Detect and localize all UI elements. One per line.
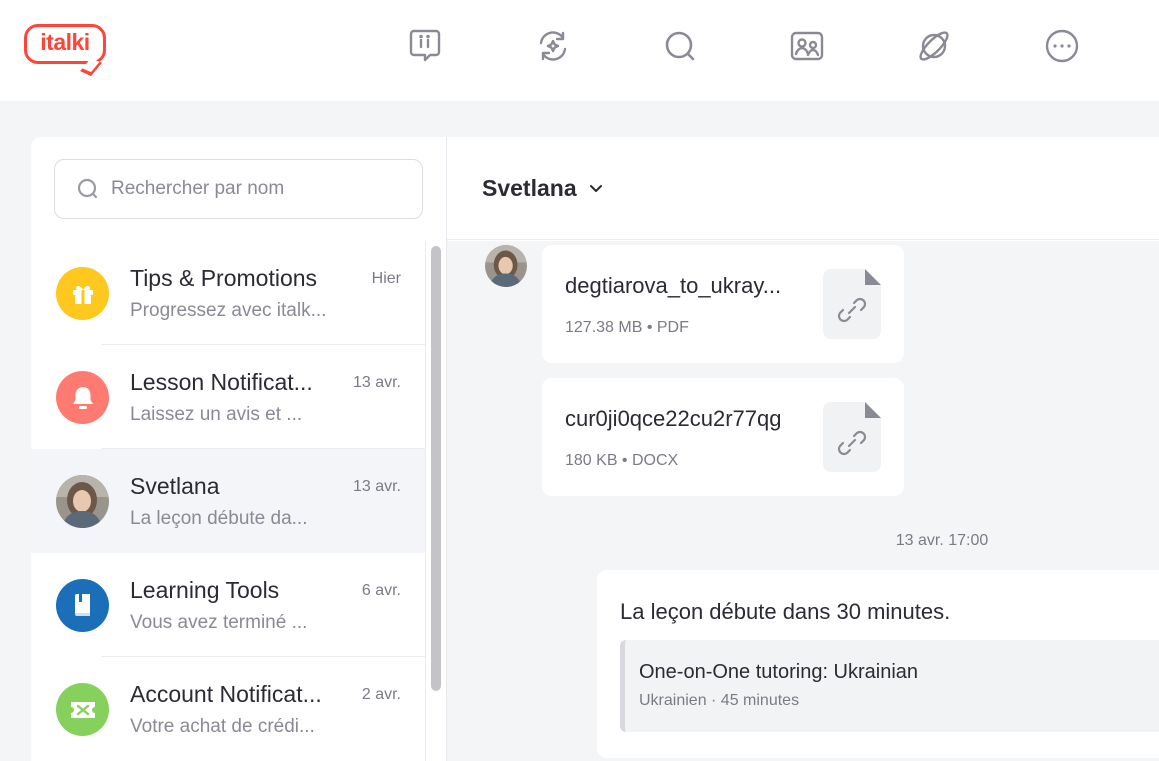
conversation-date: 13 avr. bbox=[352, 478, 401, 495]
conversation-item[interactable]: Tips & Promotions Hier Progressez avec i… bbox=[31, 241, 425, 345]
conversation-name: Account Notificat... bbox=[130, 681, 322, 707]
conversation-date: 13 avr. bbox=[352, 374, 401, 391]
chevron-down-icon bbox=[589, 184, 602, 192]
logo-text: italki bbox=[40, 29, 90, 55]
conversation-name: Svetlana bbox=[130, 473, 220, 499]
ticket-icon bbox=[56, 683, 109, 736]
file-attachment[interactable]: degtiarova_to_ukray... 127.38 MB • PDF bbox=[542, 245, 904, 363]
message-timestamp: 13 avr. 17:00 bbox=[895, 532, 989, 549]
conversation-item[interactable]: Learning Tools 6 avr. Vous avez terminé … bbox=[31, 553, 425, 657]
chat-title-dropdown[interactable]: Svetlana bbox=[482, 175, 603, 202]
lesson-title: One-on-One tutoring: Ukrainian bbox=[639, 661, 919, 683]
chat-panel: Svetlana degtiarova_to_ukray... 127.38 M… bbox=[447, 137, 1159, 761]
lesson-subtitle: Ukrainien · 45 minutes bbox=[639, 692, 800, 709]
file-meta: 127.38 MB • PDF bbox=[565, 319, 689, 336]
search-box[interactable] bbox=[54, 159, 423, 219]
conversation-name: Lesson Notificat... bbox=[130, 369, 313, 395]
top-bar: italki bbox=[0, 0, 1159, 101]
planet-icon[interactable] bbox=[916, 26, 952, 66]
lesson-message: La leçon débute dans 30 minutes. One-on-… bbox=[597, 570, 1159, 758]
italki-logo[interactable]: italki bbox=[24, 24, 108, 76]
conversation-preview: Progressez avec italk... bbox=[130, 300, 327, 321]
message-text: La leçon débute dans 30 minutes. bbox=[620, 599, 951, 624]
file-name: cur0ji0qce22cu2r77qg bbox=[565, 406, 782, 431]
conversation-item-selected[interactable]: Svetlana 13 avr. La leçon débute da... bbox=[31, 449, 425, 553]
file-attachment[interactable]: cur0ji0qce22cu2r77qg 180 KB • DOCX bbox=[542, 378, 904, 496]
avatar bbox=[56, 475, 109, 528]
lesson-link-card[interactable]: One-on-One tutoring: Ukrainian Ukrainien… bbox=[620, 640, 1159, 732]
conversation-panel: Tips & Promotions Hier Progressez avec i… bbox=[31, 137, 447, 761]
chat-messages: degtiarova_to_ukray... 127.38 MB • PDF c… bbox=[447, 241, 1159, 761]
search-icon bbox=[77, 178, 98, 199]
book-icon bbox=[56, 579, 109, 632]
scrollbar-thumb[interactable] bbox=[431, 246, 441, 691]
conversation-name: Tips & Promotions bbox=[130, 265, 318, 291]
chat-header: Svetlana bbox=[447, 137, 1159, 240]
conversation-date: 6 avr. bbox=[361, 582, 401, 599]
conversation-name: Learning Tools bbox=[130, 577, 280, 603]
conversation-preview: La leçon débute da... bbox=[130, 508, 308, 529]
search-input[interactable] bbox=[111, 178, 401, 200]
attachment-file-icon[interactable] bbox=[823, 402, 881, 472]
file-name: degtiarova_to_ukray... bbox=[565, 273, 782, 298]
attachment-file-icon[interactable] bbox=[823, 269, 881, 339]
bell-icon bbox=[56, 371, 109, 424]
chat-title: Svetlana bbox=[482, 175, 577, 201]
conversation-date: 2 avr. bbox=[361, 686, 401, 703]
gift-icon bbox=[56, 267, 109, 320]
conversation-item[interactable]: Lesson Notificat... 13 avr. Laissez un a… bbox=[31, 345, 425, 449]
conversation-scrollbar[interactable] bbox=[425, 241, 447, 761]
exchange-icon[interactable] bbox=[535, 26, 571, 66]
avatar bbox=[485, 245, 527, 287]
conversation-preview: Laissez un avis et ... bbox=[130, 404, 303, 425]
more-icon[interactable] bbox=[1044, 26, 1080, 66]
conversation-preview: Votre achat de crédi... bbox=[130, 716, 315, 737]
file-meta: 180 KB • DOCX bbox=[565, 452, 679, 469]
italki-ii-icon[interactable] bbox=[407, 26, 443, 66]
teachers-icon[interactable] bbox=[789, 26, 825, 66]
conversation-date: Hier bbox=[371, 270, 401, 287]
conversation-preview: Vous avez terminé ... bbox=[130, 612, 308, 633]
conversation-item[interactable]: Account Notificat... 2 avr. Votre achat … bbox=[31, 657, 425, 761]
search-icon[interactable] bbox=[662, 26, 698, 66]
